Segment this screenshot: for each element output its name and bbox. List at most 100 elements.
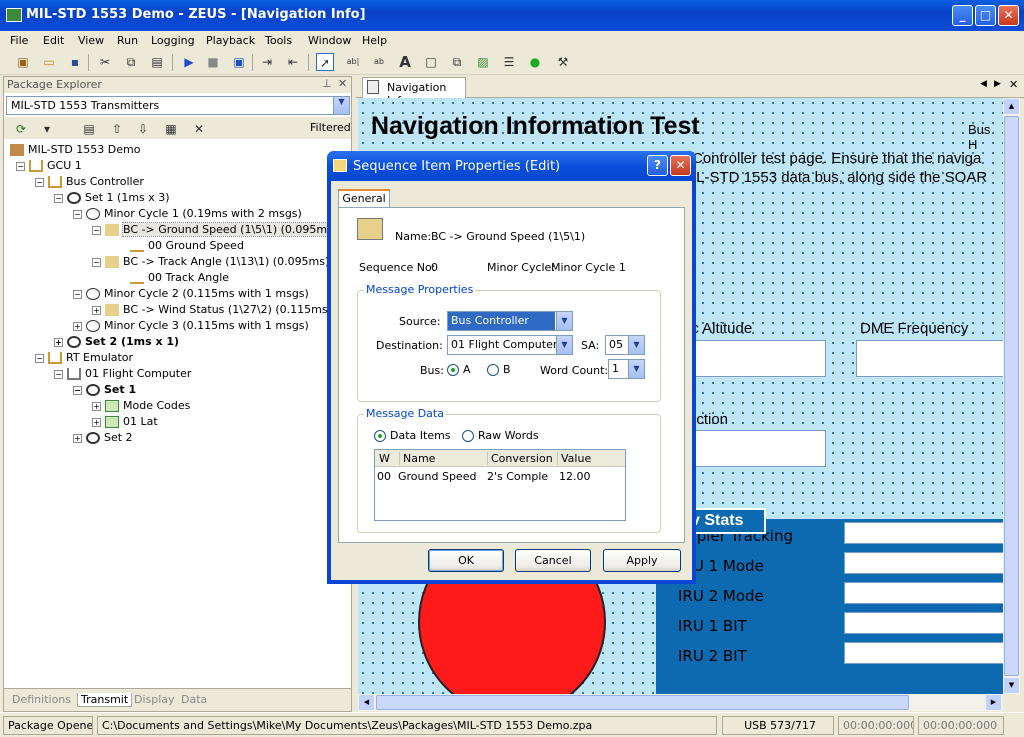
menu-edit[interactable]: Edit: [43, 34, 64, 47]
chevron-down-icon[interactable]: ▼: [556, 312, 572, 330]
import-icon[interactable]: ⇥: [258, 53, 276, 71]
collapse-icon[interactable]: −: [35, 353, 44, 363]
paste-icon[interactable]: ▤: [148, 53, 166, 71]
data-items-radio[interactable]: Data Items: [374, 429, 451, 442]
move-down-icon[interactable]: ⇩: [134, 120, 152, 138]
expand-icon[interactable]: +: [92, 417, 101, 427]
text-tool-icon[interactable]: A: [396, 53, 414, 71]
tab-definitions[interactable]: Definitions: [12, 693, 71, 706]
altitude-field[interactable]: [688, 340, 826, 377]
source-select[interactable]: Bus Controller ▼: [447, 311, 573, 331]
bus-b-radio[interactable]: B: [487, 363, 511, 376]
collapse-icon[interactable]: −: [54, 369, 63, 379]
chevron-down-icon[interactable]: ▼: [628, 360, 644, 378]
label-tool-icon[interactable]: ab: [370, 53, 388, 71]
tree-item[interactable]: − Bus Controller: [35, 174, 144, 190]
vertical-scrollbar[interactable]: ▲ ▼: [1003, 98, 1020, 694]
filter-icon[interactable]: ▾: [38, 120, 56, 138]
cut-icon[interactable]: ✂: [96, 53, 114, 71]
tree-item[interactable]: + Minor Cycle 3 (0.115ms with 1 msgs): [73, 318, 309, 334]
tree-item[interactable]: + Set 2: [73, 430, 133, 446]
menu-view[interactable]: View: [78, 34, 104, 47]
expand-icon[interactable]: +: [92, 305, 101, 315]
raw-words-radio[interactable]: Raw Words: [462, 429, 539, 442]
tree-item[interactable]: + BC -> Wind Status (1\27\2) (0.115ms): [92, 302, 332, 318]
ok-button[interactable]: OK: [428, 549, 504, 572]
tree-item[interactable]: −01 Flight Computer: [54, 366, 191, 382]
help-button[interactable]: ?: [647, 155, 668, 176]
open-folder-icon[interactable]: ▭: [40, 53, 58, 71]
tab-general[interactable]: General: [338, 189, 390, 208]
sa-select[interactable]: 05 ▼: [605, 335, 645, 355]
vertical-scroll-thumb[interactable]: [1004, 116, 1019, 676]
collapse-icon[interactable]: −: [73, 385, 82, 395]
cancel-button[interactable]: Cancel: [515, 549, 591, 572]
menu-run[interactable]: Run: [117, 34, 138, 47]
horizontal-scroll-thumb[interactable]: [376, 695, 909, 710]
expand-icon[interactable]: +: [54, 337, 63, 347]
tab-scroll-right-icon[interactable]: ▶: [994, 79, 1001, 89]
tools-icon[interactable]: ⚒: [554, 53, 572, 71]
collapse-icon[interactable]: −: [35, 177, 44, 187]
menu-window[interactable]: Window: [308, 34, 351, 47]
tree-item[interactable]: + Set 2 (1ms x 1): [54, 334, 179, 350]
tree-item[interactable]: − RT Emulator: [35, 350, 133, 366]
apply-button[interactable]: Apply: [603, 549, 681, 572]
tree-item[interactable]: 00 Ground Speed: [130, 238, 244, 254]
minimize-button[interactable]: _: [952, 5, 973, 26]
rectangle-tool-icon[interactable]: □: [422, 53, 440, 71]
dme-field[interactable]: [856, 340, 1003, 377]
tree-item[interactable]: MIL-STD 1553 Demo: [10, 142, 140, 158]
tab-scroll-left-icon[interactable]: ◀: [980, 79, 987, 89]
list-tool-icon[interactable]: ☰: [500, 53, 518, 71]
stop-icon[interactable]: ■: [204, 53, 222, 71]
transmitters-combo[interactable]: MIL-STD 1553 Transmitters ▼: [6, 96, 350, 115]
group-tool-icon[interactable]: ⧉: [448, 53, 466, 71]
tree-item[interactable]: 00 Track Angle: [130, 270, 229, 286]
collapse-icon[interactable]: −: [73, 209, 82, 219]
horizontal-scrollbar[interactable]: ◀ ▶: [358, 694, 1003, 711]
move-up-icon[interactable]: ⇧: [108, 120, 126, 138]
menu-file[interactable]: File: [10, 34, 28, 47]
tree-item[interactable]: − BC -> Track Angle (1\13\1) (0.095ms): [92, 254, 329, 270]
word-count-select[interactable]: 1 ▼: [608, 359, 645, 379]
tree-item[interactable]: + Mode Codes: [92, 398, 190, 414]
destination-select[interactable]: 01 Flight Computer ▼: [447, 335, 573, 355]
run-icon[interactable]: ▶: [180, 53, 198, 71]
maximize-button[interactable]: □: [975, 5, 996, 26]
tab-data[interactable]: Data: [181, 693, 207, 706]
new-item-icon[interactable]: ▤: [80, 120, 98, 138]
collapse-icon[interactable]: −: [92, 257, 101, 267]
expand-icon[interactable]: +: [73, 321, 82, 331]
pointer-tool-icon[interactable]: ➚: [316, 53, 334, 71]
scroll-right-icon[interactable]: ▶: [986, 695, 1001, 710]
collapse-icon[interactable]: −: [73, 289, 82, 299]
dialog-close-button[interactable]: ✕: [670, 155, 691, 176]
copy-icon[interactable]: ⧉: [122, 53, 140, 71]
menu-tools[interactable]: Tools: [265, 34, 292, 47]
tree-item[interactable]: +01 Lat: [92, 414, 158, 430]
indicator-tool-icon[interactable]: ●: [526, 53, 544, 71]
expand-icon[interactable]: +: [73, 433, 82, 443]
collapse-icon[interactable]: −: [92, 225, 101, 235]
tree-item[interactable]: − Minor Cycle 1 (0.19ms with 2 msgs): [73, 206, 302, 222]
new-package-icon[interactable]: ▣: [14, 53, 32, 71]
chevron-down-icon[interactable]: ▼: [333, 97, 349, 114]
menu-help[interactable]: Help: [362, 34, 387, 47]
tree-item[interactable]: − Minor Cycle 2 (0.115ms with 1 msgs): [73, 286, 309, 302]
column-header[interactable]: W: [379, 452, 390, 465]
tree-item[interactable]: − BC -> Ground Speed (1\5\1) (0.095ms): [92, 222, 339, 238]
table-row[interactable]: 00 Ground Speed 2's Comple 12.00: [375, 468, 625, 485]
menu-playback[interactable]: Playback: [206, 34, 255, 47]
collapse-icon[interactable]: −: [54, 193, 63, 203]
properties-icon[interactable]: ▦: [162, 120, 180, 138]
menu-logging[interactable]: Logging: [151, 34, 195, 47]
column-header[interactable]: Value: [557, 452, 591, 465]
image-tool-icon[interactable]: ▨: [474, 53, 492, 71]
expand-icon[interactable]: +: [92, 401, 101, 411]
delete-icon[interactable]: ✕: [190, 120, 208, 138]
scroll-up-icon[interactable]: ▲: [1004, 99, 1019, 114]
tree-item[interactable]: − GCU 1: [16, 158, 82, 174]
chevron-down-icon[interactable]: ▼: [628, 336, 644, 354]
pin-icon[interactable]: ⊥: [322, 77, 332, 90]
